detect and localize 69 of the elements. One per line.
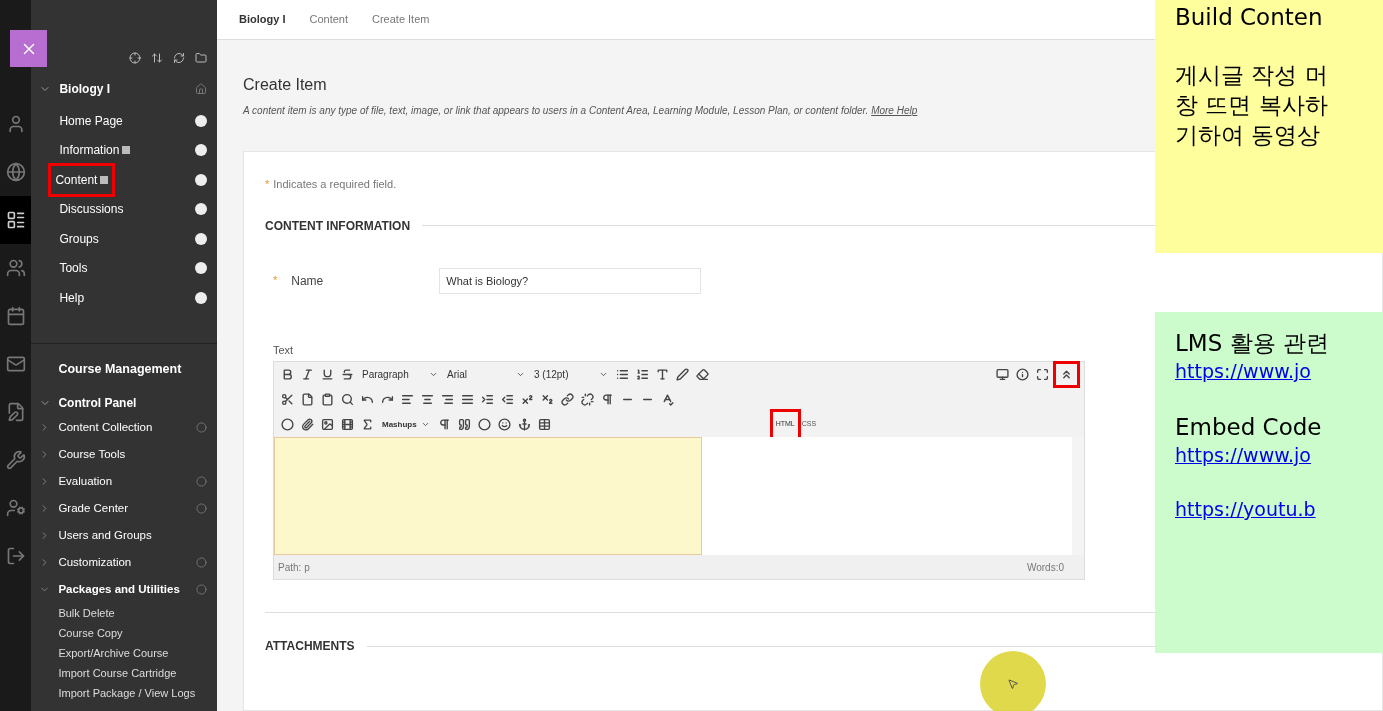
name-field[interactable]: What is Biology? (439, 267, 702, 294)
note-link[interactable]: https://www.jo (1175, 358, 1311, 384)
cursor-icon (1007, 678, 1019, 690)
path-label: Path: p (278, 560, 310, 575)
menu-item[interactable]: Users and Groups (58, 527, 207, 545)
list-icon[interactable] (5, 210, 26, 230)
breadcrumb-link[interactable]: Content (309, 11, 348, 28)
section-title: Course Management (57, 360, 183, 378)
unlink-icon[interactable] (578, 390, 597, 409)
menu-subitem[interactable]: Bulk Delete (31, 603, 217, 624)
calendar-icon[interactable] (5, 306, 26, 326)
link-icon[interactable] (558, 390, 577, 409)
user-settings-icon[interactable] (5, 498, 26, 518)
help-link[interactable]: More Help (871, 105, 918, 116)
menu-item[interactable]: Customization (58, 554, 196, 572)
required-note: Indicates a required field. (273, 177, 397, 192)
required-mark: * (265, 177, 270, 192)
menu-item[interactable]: Packages and Utilities (58, 581, 196, 599)
caret-icon (599, 370, 608, 379)
required-mark: * (273, 273, 278, 289)
menu-subitem[interactable]: Import Package / View Logs (31, 683, 217, 704)
page-title: Create Item (243, 75, 327, 95)
field-label: Name (291, 272, 325, 290)
menu-subitem[interactable]: Course Copy (31, 623, 217, 644)
menu-item[interactable]: Discussions (59, 200, 124, 219)
tools-icon[interactable] (5, 450, 26, 470)
note-text: 창 뜨면 복사하 (1175, 91, 1328, 120)
pen-icon[interactable] (673, 365, 692, 384)
format-dropdown[interactable]: Arial (443, 365, 529, 384)
caret-icon (516, 370, 525, 379)
menu-item[interactable]: Course Tools (58, 446, 207, 464)
menu-subitem[interactable]: Import Course Cartridge (31, 663, 217, 684)
note-text: 기하여 동영상 (1175, 121, 1321, 150)
menu-item[interactable]: Help (59, 288, 85, 307)
mashups-dropdown[interactable]: Mashups (378, 415, 434, 434)
people-icon[interactable] (5, 258, 26, 278)
section-heading: CONTENT INFORMATION (265, 217, 411, 235)
menu-item[interactable]: Information (59, 141, 120, 160)
note-link[interactable]: https://youtu.b (1175, 496, 1316, 522)
note-link[interactable]: https://www.jo (1175, 442, 1311, 468)
note-text: Embed Code (1175, 413, 1322, 442)
breadcrumb-link[interactable]: Create Item (372, 11, 430, 28)
course-title[interactable]: Biology I (59, 80, 195, 98)
caret-icon (420, 420, 430, 429)
info-icon[interactable] (1013, 365, 1032, 384)
word-count: Words:0 (1026, 560, 1064, 575)
globe-icon[interactable] (5, 162, 26, 182)
field-label: Text (273, 342, 294, 358)
note-text: LMS 활용 관련 (1175, 329, 1329, 358)
menu-subitem[interactable]: Export/Archive Course (31, 643, 217, 664)
menu-item[interactable]: Evaluation (58, 473, 196, 491)
home-icon (195, 83, 207, 95)
control-panel-title[interactable]: Control Panel (58, 394, 137, 413)
menu-item[interactable]: Home Page (59, 111, 123, 130)
logout-icon[interactable] (5, 546, 26, 566)
menu-item[interactable]: Tools (59, 259, 88, 278)
menu-item[interactable]: Content Collection (58, 419, 196, 437)
record-icon[interactable] (278, 415, 297, 434)
note-text: Build Conten (1175, 3, 1323, 32)
menu-item[interactable]: Grade Center (58, 500, 196, 518)
breadcrumb-link[interactable]: Biology I (239, 11, 286, 28)
format-dropdown[interactable]: 3 (12pt) (530, 365, 612, 384)
menu-item[interactable]: Groups (59, 229, 99, 248)
caret-icon (429, 370, 438, 379)
note-text: 게시글 작성 머 (1175, 61, 1328, 90)
section-heading: ATTACHMENTS (265, 638, 355, 655)
mail-icon[interactable] (5, 354, 26, 374)
page-description: A content item is any type of file, text, image, or link that appears to users in a Content Area, Learning Module, Lesson Plan, or content folder. (243, 105, 869, 116)
format-dropdown[interactable]: Paragraph (358, 365, 442, 384)
